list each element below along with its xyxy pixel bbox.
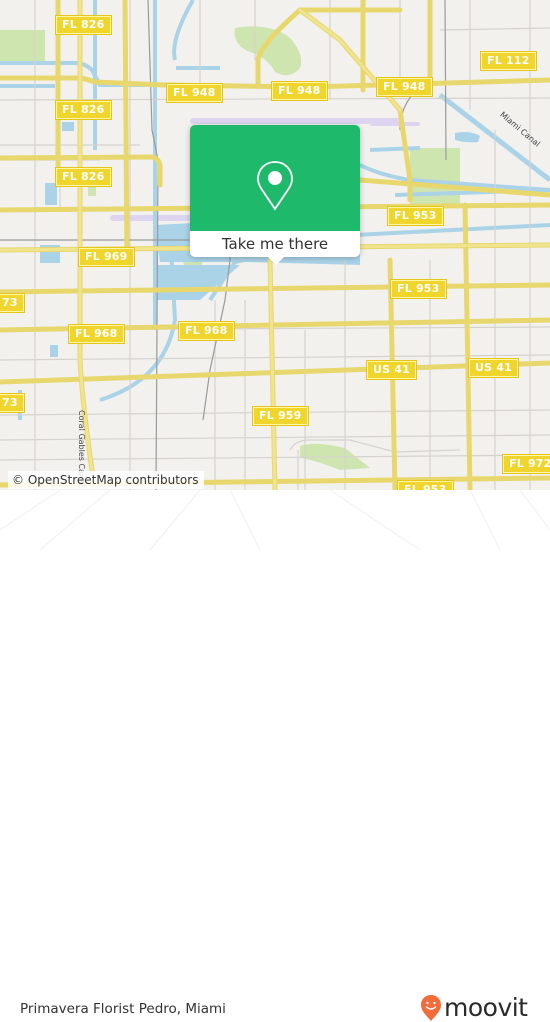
road-label: FL 972 — [502, 454, 550, 474]
popup-header — [190, 125, 360, 231]
moovit-smiley-pin-icon — [421, 995, 441, 1021]
road-label: 73 — [0, 393, 25, 413]
road-label: US 41 — [366, 360, 417, 380]
road-label: FL 948 — [166, 83, 223, 103]
road-label: FL 826 — [55, 167, 112, 187]
road-label: FL 969 — [78, 247, 135, 267]
road-label: FL 953 — [387, 206, 444, 226]
road-label: FL 948 — [271, 81, 328, 101]
brand-wordmark: moovit — [444, 993, 528, 1022]
place-name: Primavera Florist Pedro, Miami — [20, 1001, 226, 1017]
road-label: FL 959 — [252, 406, 309, 426]
location-pin-icon — [257, 161, 293, 211]
road-label: FL 826 — [55, 15, 112, 35]
popup-pointer — [268, 257, 284, 265]
road-label: FL 826 — [55, 100, 112, 120]
road-label: FL 112 — [480, 51, 537, 71]
footer-background-pattern — [0, 490, 550, 550]
road-label: FL 953 — [397, 480, 454, 490]
road-label: FL 948 — [376, 77, 433, 97]
moovit-logo[interactable]: moovit — [420, 994, 528, 1022]
road-label: FL 968 — [68, 324, 125, 344]
take-me-there-popup[interactable]: Take me there — [190, 125, 360, 265]
road-label: US 41 — [468, 358, 519, 378]
road-label: FL 968 — [178, 321, 235, 341]
footer: Primavera Florist Pedro, Miami moovit — [0, 490, 550, 1021]
road-label: 73 — [0, 293, 25, 313]
map[interactable]: FL 826 FL 826 FL 826 FL 948 FL 948 FL 94… — [0, 0, 550, 490]
road-label: FL 953 — [390, 279, 447, 299]
map-attribution[interactable]: © OpenStreetMap contributors — [8, 471, 205, 489]
